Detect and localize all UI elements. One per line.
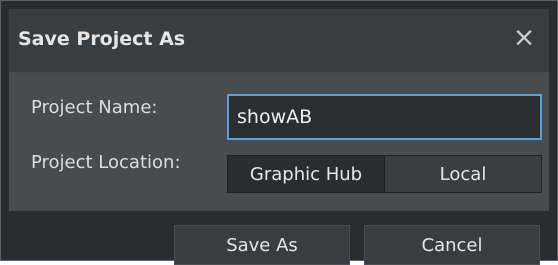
- cancel-button[interactable]: Cancel: [364, 225, 540, 265]
- project-location-toggle: Graphic Hub Local: [227, 155, 542, 193]
- location-option-local[interactable]: Local: [384, 156, 541, 192]
- save-as-button[interactable]: Save As: [174, 225, 350, 265]
- location-option-graphic-hub[interactable]: Graphic Hub: [228, 156, 384, 192]
- dialog-titlebar: Save Project As ×: [9, 9, 549, 73]
- dialog-footer: Save As Cancel: [9, 211, 549, 265]
- project-name-input[interactable]: [227, 94, 542, 140]
- dialog-title: Save Project As: [18, 28, 186, 50]
- project-name-label: Project Name:: [31, 97, 158, 118]
- project-location-label: Project Location:: [31, 152, 181, 173]
- dialog-content: Project Name: Project Location: Graphic …: [9, 73, 549, 211]
- close-icon[interactable]: ×: [509, 22, 539, 52]
- save-project-dialog: Save Project As × Project Name: Project …: [0, 0, 558, 265]
